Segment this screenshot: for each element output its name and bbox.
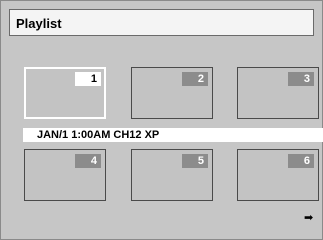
playlist-thumbnail-3[interactable]: 3 xyxy=(237,67,319,119)
arrow-right-icon[interactable]: ➡ xyxy=(304,213,313,224)
thumbnail-number: 3 xyxy=(288,72,314,86)
title-bar: Playlist xyxy=(9,9,314,36)
playlist-thumbnail-1[interactable]: 1 xyxy=(24,67,106,119)
info-bar: JAN/1 1:00AM CH12 XP xyxy=(23,128,323,142)
thumbnail-number: 2 xyxy=(182,72,208,86)
screen-title: Playlist xyxy=(16,16,62,31)
playlist-screen: Playlist 1 2 3 JAN/1 1:00AM CH12 XP 4 5 … xyxy=(0,0,323,240)
playlist-thumbnail-6[interactable]: 6 xyxy=(237,149,319,201)
playlist-thumbnail-4[interactable]: 4 xyxy=(24,149,106,201)
recording-info: JAN/1 1:00AM CH12 XP xyxy=(37,129,160,141)
playlist-thumbnail-5[interactable]: 5 xyxy=(131,149,213,201)
thumbnail-number: 1 xyxy=(75,72,101,86)
thumbnail-number: 5 xyxy=(182,154,208,168)
thumbnail-number: 4 xyxy=(75,154,101,168)
thumbnail-number: 6 xyxy=(288,154,314,168)
playlist-thumbnail-2[interactable]: 2 xyxy=(131,67,213,119)
